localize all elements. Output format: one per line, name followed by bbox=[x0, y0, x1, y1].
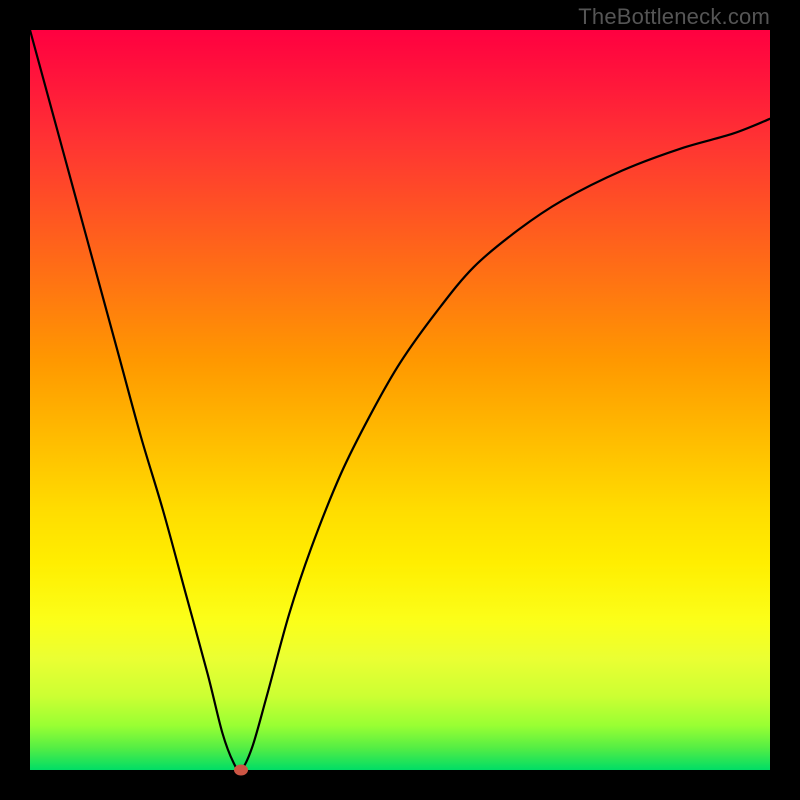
chart-container: TheBottleneck.com bbox=[0, 0, 800, 800]
curve-svg bbox=[30, 30, 770, 770]
bottleneck-curve bbox=[30, 30, 770, 771]
minimum-marker bbox=[234, 765, 248, 776]
plot-area bbox=[30, 30, 770, 770]
watermark-text: TheBottleneck.com bbox=[578, 4, 770, 30]
